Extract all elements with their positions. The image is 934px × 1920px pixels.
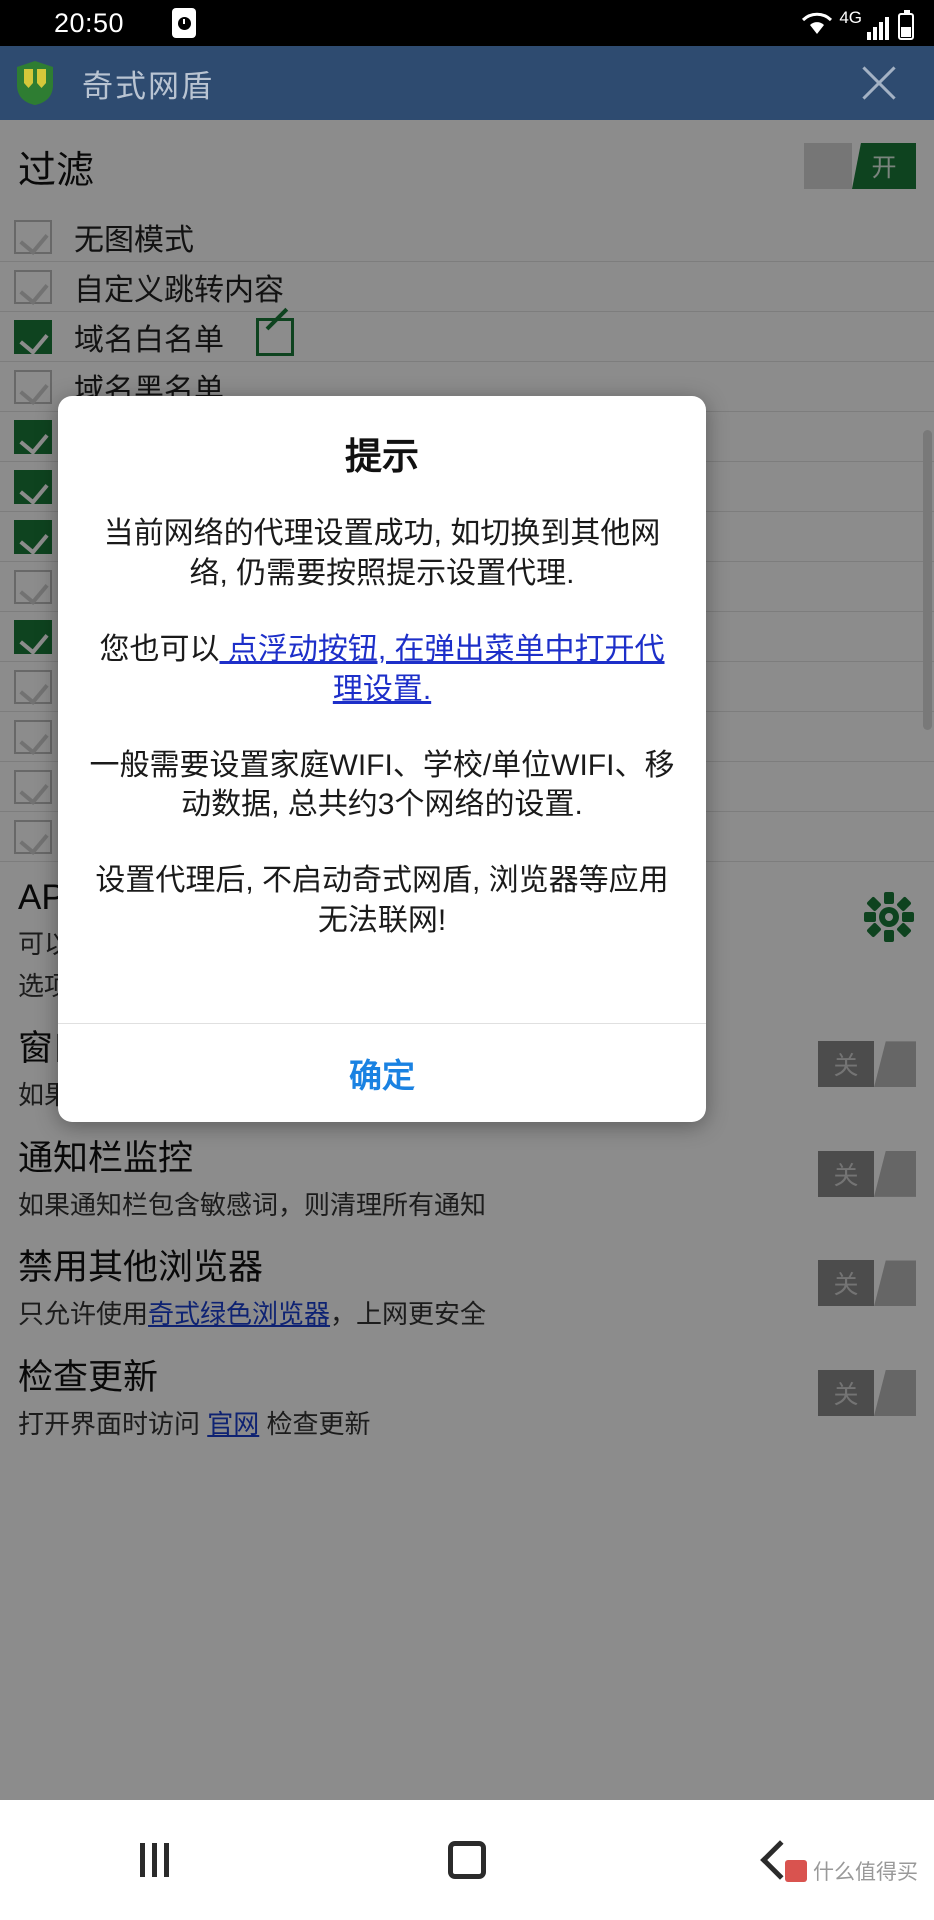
status-bar-time: 20:50	[54, 7, 125, 38]
dialog-paragraph-2: 您也可以 点浮动按钮, 在弹出菜单中打开代理设置.	[86, 630, 678, 710]
network-type-label: 4G	[839, 8, 862, 27]
recent-apps-icon[interactable]	[139, 1843, 169, 1877]
dialog-paragraph-1: 当前网络的代理设置成功, 如切换到其他网络, 仍需要按照提示设置代理.	[103, 517, 661, 590]
app-bar: 奇式网盾	[0, 46, 934, 120]
watermark-text: 什么值得买	[813, 1861, 918, 1884]
dialog-body: 当前网络的代理设置成功, 如切换到其他网络, 仍需要按照提示设置代理. 您也可以…	[58, 480, 706, 1023]
dialog-paragraph-2-prefix: 您也可以	[99, 632, 220, 666]
clock-icon	[172, 8, 197, 38]
watermark: 什么值得买	[785, 1856, 918, 1886]
wifi-icon	[800, 10, 834, 40]
dialog-title: 提示	[345, 436, 419, 477]
app-title: 奇式网盾	[82, 68, 214, 104]
signal-bars-icon	[867, 16, 889, 40]
watermark-logo-icon	[785, 1860, 807, 1882]
battery-icon	[898, 10, 914, 40]
home-icon[interactable]	[448, 1841, 487, 1879]
status-bar-indicators: 4G	[800, 6, 914, 40]
dialog-paragraph-3: 一般需要设置家庭WIFI、学校/单位WIFI、移动数据, 总共约3个网络的设置.	[89, 748, 675, 822]
proxy-settings-link[interactable]: 点浮动按钮, 在弹出菜单中打开代理设置.	[219, 633, 665, 706]
dialog-confirm-button[interactable]: 确定	[58, 1024, 706, 1122]
phone-screen: 20:50 4G 奇式网盾 过滤 开 无图模式 自定义跳转内容 域名白名单 域名…	[0, 0, 934, 1920]
status-bar: 20:50 4G	[0, 0, 934, 46]
tip-dialog: 提示 当前网络的代理设置成功, 如切换到其他网络, 仍需要按照提示设置代理. 您…	[58, 396, 706, 1122]
system-navigation-bar: 什么值得买	[0, 1800, 934, 1920]
shield-icon	[14, 59, 56, 107]
dialog-paragraph-4: 设置代理后, 不启动奇式网盾, 浏览器等应用无法联网!	[95, 864, 669, 938]
close-icon[interactable]	[856, 60, 902, 106]
